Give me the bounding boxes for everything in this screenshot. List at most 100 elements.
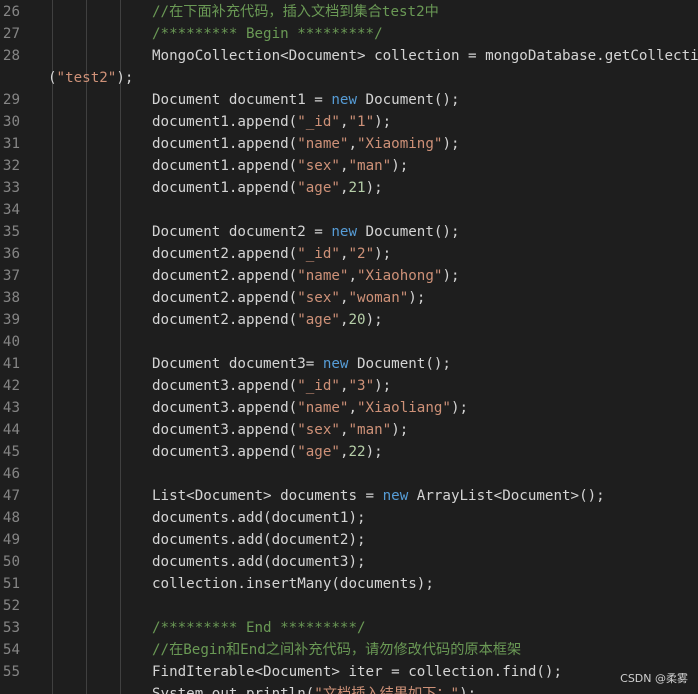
code-line[interactable]: 54 //在Begin和End之间补充代码，请勿修改代码的原本框架 (0, 639, 698, 661)
code-token: //在下面补充代码，插入文档到集合test2中 (152, 4, 439, 20)
code-line[interactable]: System.out.println("文档插入结果如下："); (0, 683, 698, 694)
code-token: ArrayList<Document>(); (408, 488, 605, 504)
code-line[interactable]: 45 document3.append("age",22); (0, 441, 698, 463)
code-token: Document document1 = (152, 92, 332, 108)
code-token: documents.add(document3); (152, 554, 366, 570)
code-line[interactable]: 47 List<Document> documents = new ArrayLi… (0, 485, 698, 507)
code-line[interactable]: 48 documents.add(document1); (0, 507, 698, 529)
code-line[interactable]: 27 /********* Begin *********/ (0, 23, 698, 45)
code-token: new (331, 92, 357, 108)
code-line[interactable]: 43 document3.append("name","Xiaoliang"); (0, 397, 698, 419)
code-line[interactable]: 30 document1.append("_id","1"); (0, 111, 698, 133)
code-token: document1.append( (152, 114, 298, 130)
code-text: Document document1 = new Document(); (152, 89, 460, 111)
code-token: FindIterable<Document> iter = collection… (152, 664, 562, 680)
code-token: Document document2 = (152, 224, 332, 240)
code-line[interactable]: 46 (0, 463, 698, 485)
code-token: ); (408, 290, 426, 306)
code-token: collection.insertMany(documents); (152, 576, 434, 592)
code-token: Document(); (357, 224, 460, 240)
code-line[interactable]: 55 FindIterable<Document> iter = collecti… (0, 661, 698, 683)
code-text: document1.append("name","Xiaoming"); (152, 133, 460, 155)
code-token: documents.add(document1); (152, 510, 366, 526)
code-text: documents.add(document1); (152, 507, 366, 529)
code-line[interactable]: 49 documents.add(document2); (0, 529, 698, 551)
code-token: "woman" (348, 290, 409, 306)
code-line[interactable]: 44 document3.append("sex","man"); (0, 419, 698, 441)
code-line[interactable]: 53 /********* End *********/ (0, 617, 698, 639)
code-text: collection.insertMany(documents); (152, 573, 434, 595)
code-token: ); (116, 70, 134, 86)
code-text: document3.append("sex","man"); (152, 419, 408, 441)
code-line[interactable]: 42 document3.append("_id","3"); (0, 375, 698, 397)
code-token: /********* End *********/ (152, 620, 366, 636)
code-token: "1" (348, 114, 375, 130)
code-token: "age" (297, 312, 340, 328)
code-token: Document(); (348, 356, 451, 372)
line-number: 54 (2, 642, 20, 658)
code-line[interactable]: 35 Document document2 = new Document(); (0, 221, 698, 243)
code-token: document2.append( (152, 268, 298, 284)
code-token: , (348, 400, 358, 416)
code-token: "Xiaohong" (357, 268, 443, 284)
code-token: "man" (348, 158, 392, 174)
code-token: "Xiaoming" (357, 136, 443, 152)
code-token: document3.append( (152, 422, 298, 438)
code-token: 21 (348, 180, 366, 196)
code-line[interactable]: 29 Document document1 = new Document(); (0, 89, 698, 111)
code-line[interactable]: 26 //在下面补充代码，插入文档到集合test2中 (0, 1, 698, 23)
code-token: "age" (297, 444, 340, 460)
code-token: MongoCollection<Document> collection = m… (152, 48, 698, 64)
code-line[interactable]: 36 document2.append("_id","2"); (0, 243, 698, 265)
code-line[interactable]: 39 document2.append("age",20); (0, 309, 698, 331)
code-text: FindIterable<Document> iter = collection… (152, 661, 562, 683)
code-text: document2.append("name","Xiaohong"); (152, 265, 460, 287)
code-token: documents.add(document2); (152, 532, 366, 548)
code-editor[interactable]: 26 //在下面补充代码，插入文档到集合test2中 27 /********* Be… (0, 0, 698, 694)
code-line[interactable]: 40 (0, 331, 698, 353)
line-number: 51 (2, 576, 20, 592)
code-token: ); (374, 246, 392, 262)
code-line[interactable]: 52 (0, 595, 698, 617)
code-line[interactable]: 32 document1.append("sex","man"); (0, 155, 698, 177)
line-number: 55 (2, 664, 20, 680)
code-line[interactable]: ("test2"); (0, 67, 698, 89)
line-number: 29 (2, 92, 20, 108)
code-line[interactable]: 31 document1.append("name","Xiaoming"); (0, 133, 698, 155)
code-token: "Xiaoliang" (357, 400, 451, 416)
code-text: document1.append("age",21); (152, 177, 383, 199)
code-line[interactable]: 28 MongoCollection<Document> collection =… (0, 45, 698, 67)
code-token: , (348, 268, 358, 284)
code-line[interactable]: 41 Document document3= new Document(); (0, 353, 698, 375)
line-number: 34 (2, 202, 20, 218)
code-token: ); (365, 312, 383, 328)
code-line[interactable]: 33 document1.append("age",21); (0, 177, 698, 199)
code-line[interactable]: 51 collection.insertMany(documents); (0, 573, 698, 595)
code-text: document2.append("age",20); (152, 309, 383, 331)
code-token: "name" (297, 400, 349, 416)
code-token: ); (374, 378, 392, 394)
code-line[interactable]: 38 document2.append("sex","woman"); (0, 287, 698, 309)
code-line[interactable]: 37 document2.append("name","Xiaohong"); (0, 265, 698, 287)
code-token: ); (365, 180, 383, 196)
code-token: "name" (297, 136, 349, 152)
line-number: 41 (2, 356, 20, 372)
code-token: Document document3= (152, 356, 323, 372)
code-token: new (322, 356, 349, 372)
code-text: document3.append("_id","3"); (152, 375, 391, 397)
code-token: , (348, 136, 358, 152)
code-line[interactable]: 34 (0, 199, 698, 221)
code-token: document1.append( (152, 158, 298, 174)
code-token: "sex" (297, 290, 340, 306)
code-token: document2.append( (152, 312, 298, 328)
code-token: ); (450, 400, 469, 416)
line-number: 49 (2, 532, 20, 548)
code-text: /********* End *********/ (152, 617, 366, 639)
line-number: 50 (2, 554, 20, 570)
code-token: "man" (348, 422, 392, 438)
code-token: ); (374, 114, 392, 130)
line-number: 28 (2, 48, 20, 64)
code-line[interactable]: 50 documents.add(document3); (0, 551, 698, 573)
line-number: 43 (2, 400, 20, 416)
line-number: 31 (2, 136, 20, 152)
